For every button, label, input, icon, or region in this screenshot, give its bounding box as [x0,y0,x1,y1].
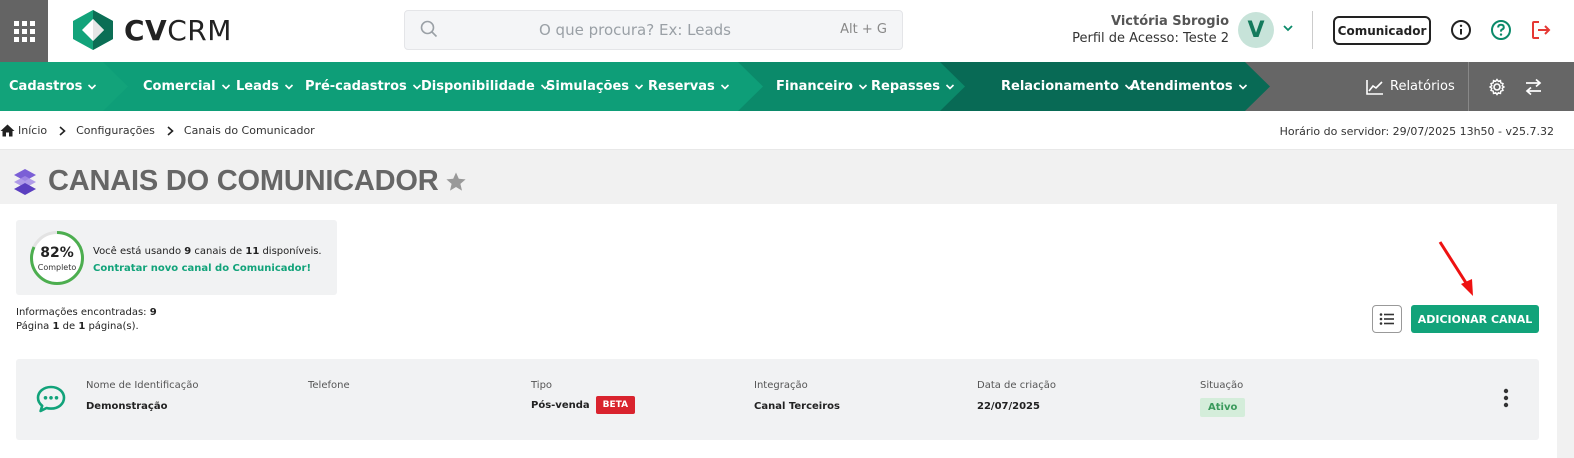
channel-integration: Canal Terceiros [754,401,840,412]
logout-icon[interactable] [1530,19,1552,41]
content-panel: 82% Completo Você está usando 9 canais d… [0,204,1557,458]
top-header: CVCRM Alt + G Victória Sbrogio Perfil de… [0,0,1574,62]
column-header: Data de criação [977,380,1056,391]
nav-financeiro[interactable]: Financeiro [776,62,868,111]
list-view-button[interactable] [1372,305,1402,333]
server-time: Horário do servidor: 29/07/2025 13h50 - … [1279,125,1554,138]
search-icon [420,20,438,38]
cell-integration: Integração Canal Terceiros [754,380,840,412]
nav-disponibilidade[interactable]: Disponibilidade [421,62,550,111]
chevron-right-icon [59,125,66,136]
swap-icon[interactable] [1524,78,1543,96]
beta-badge: BETA [595,396,636,414]
status-wrap: Ativo [1200,398,1246,417]
table-row[interactable]: Nome de Identificação Demonstração Telef… [16,359,1539,440]
chat-bubble-icon [36,385,66,413]
column-header: Tipo [531,380,553,391]
chevron-down-icon [634,83,644,90]
channel-type: Pós-venda BETA [531,396,636,414]
channel-created-date: 22/07/2025 [977,401,1040,412]
cell-name: Nome de Identificação Demonstração [86,380,199,412]
more-options-icon[interactable] [1502,388,1510,408]
page-title: CANAIS DO COMUNICADOR [48,165,439,197]
nav-pre-cadastros[interactable]: Pré-cadastros [305,62,422,111]
nav-reservas[interactable]: Reservas [648,62,730,111]
nav-atendimentos[interactable]: Atendimentos [1130,62,1248,111]
nav-cadastros[interactable]: Cadastros [9,62,97,111]
nav-repasses[interactable]: Repasses [871,62,955,111]
usage-percent-label: Completo [37,263,77,272]
chevron-down-icon [945,83,955,90]
nav-relacionamento[interactable]: Relacionamento [1001,62,1134,111]
column-header: Nome de Identificação [86,380,199,391]
cell-created: Data de criação 22/07/2025 [977,380,1056,412]
nav-leads[interactable]: Leads [236,62,294,111]
breadcrumb-current: Canais do Comunicador [183,124,315,137]
avatar[interactable]: V [1238,12,1274,48]
channel-name: Demonstração [86,401,168,412]
breadcrumb-configuracoes[interactable]: Configurações [76,124,155,137]
logo-text: CVCRM [124,13,232,47]
usage-summary: 82% Completo Você está usando 9 canais d… [16,220,337,295]
communicator-logo-icon [14,168,36,195]
usage-gauge: 82% Completo [29,230,85,286]
cell-phone: Telefone [308,380,350,401]
gear-icon[interactable] [1488,78,1506,96]
usage-percent: 82% [40,245,74,261]
apps-menu-button[interactable] [0,0,48,62]
results-info: Informações encontradas: 9 Página 1 de 1… [16,307,157,332]
buy-channel-link[interactable]: Contratar novo canal do Comunicador! [93,260,322,277]
user-name[interactable]: Victória Sbrogio [1111,14,1229,29]
cell-type: Tipo Pós-venda BETA [531,380,636,414]
cell-status: Situação Ativo [1200,380,1246,417]
page-header: CANAIS DO COMUNICADOR [10,165,467,198]
header-divider [1312,11,1313,49]
grid-icon [13,20,35,42]
chevron-down-icon[interactable] [1282,22,1294,34]
chevron-down-icon [858,83,868,90]
nav-comercial[interactable]: Comercial [143,62,231,111]
column-header: Integração [754,380,808,391]
cvcrm-logo-icon [73,10,113,50]
usage-text: Você está usando 9 canais de 11 disponív… [93,243,322,277]
main-nav: Cadastros Comercial Leads Pré-cadastros … [0,62,1574,111]
annotation-arrow [1438,241,1473,296]
chevron-down-icon [88,83,97,90]
user-profile[interactable]: Perfil de Acesso: Teste 2 [1072,31,1229,46]
column-header: Telefone [308,380,350,391]
breadcrumb-home[interactable]: Início [18,124,47,137]
chevron-down-icon [284,83,293,90]
column-header: Situação [1200,380,1244,391]
chevron-down-icon [221,83,230,90]
nav-divider [1468,62,1469,111]
cvcrm-logo[interactable]: CVCRM [72,9,232,51]
info-icon[interactable] [1450,19,1472,41]
line-chart-icon [1366,79,1383,95]
search-input[interactable] [455,11,815,49]
nav-relatorios[interactable]: Relatórios [1366,62,1455,111]
breadcrumb: Início Configurações Canais do Comunicad… [0,124,315,137]
list-icon [1379,313,1394,325]
chevron-right-icon [167,125,174,136]
add-channel-button[interactable]: ADICIONAR CANAL [1411,305,1539,333]
search-shortcut-hint: Alt + G [840,22,887,37]
breadcrumb-bar: Início Configurações Canais do Comunicad… [0,111,1574,150]
chevron-down-icon [1238,83,1247,90]
nav-simulacoes[interactable]: Simulações [546,62,644,111]
help-icon[interactable] [1490,19,1512,41]
chevron-down-icon [720,83,729,90]
global-search: Alt + G [404,10,903,50]
home-icon [0,124,15,137]
star-icon[interactable] [445,171,467,193]
communicator-button[interactable]: Comunicador [1333,16,1431,45]
status-badge: Ativo [1200,398,1246,417]
